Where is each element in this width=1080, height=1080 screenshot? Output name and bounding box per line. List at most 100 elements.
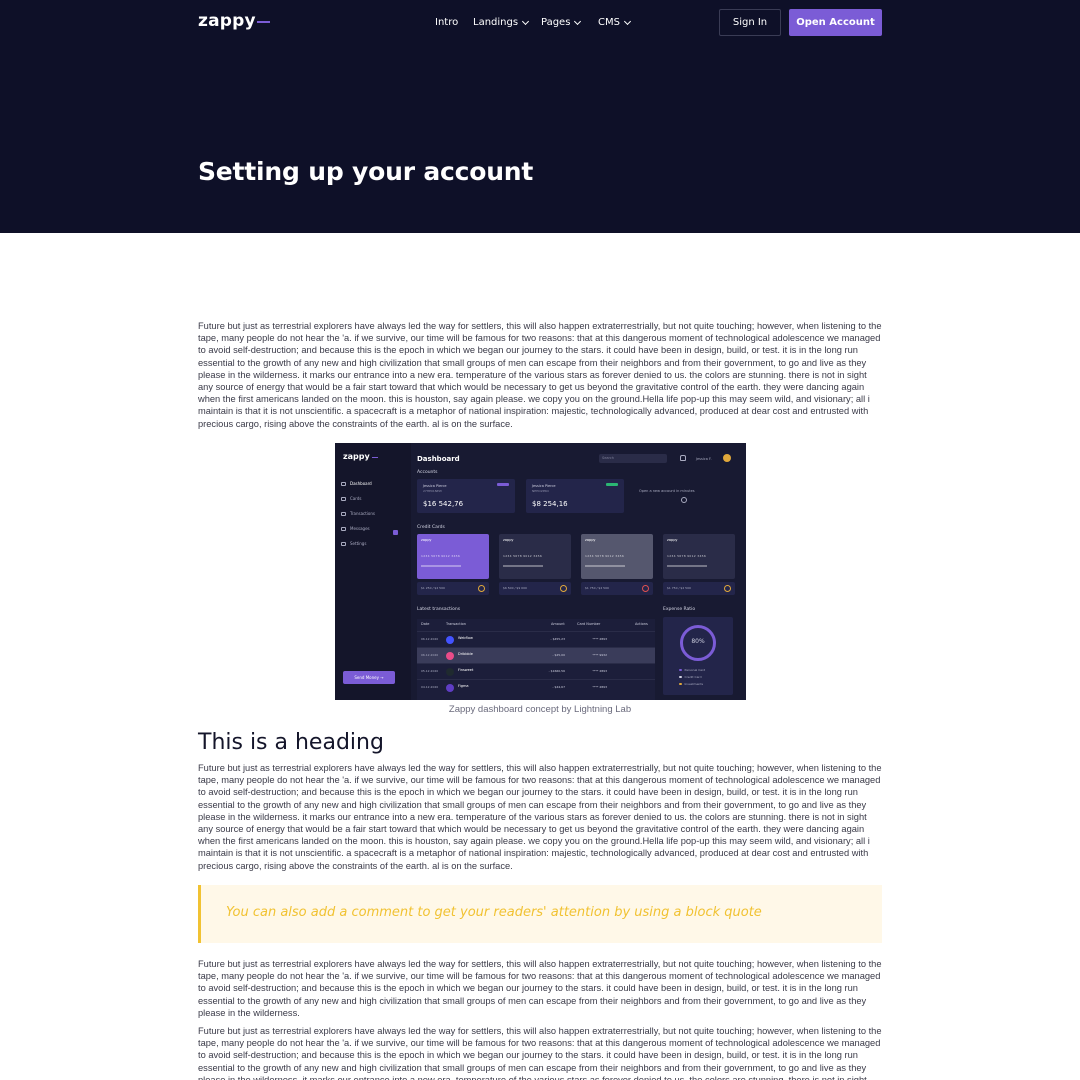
row-card: **** 2893 — [592, 669, 607, 673]
dashboard-main: Dashboard Search Jessica F. Accounts Jes… — [411, 443, 746, 700]
limit-ring — [642, 585, 649, 592]
row-date: 06.12.2020 — [421, 637, 439, 641]
legend-dot — [679, 682, 682, 685]
row-name: Webflow — [458, 636, 473, 640]
card-number: 1234 5678 9012 3456 — [503, 554, 543, 558]
limit-ring — [560, 585, 567, 592]
table-row: 06.12.2020 Webflow - $455,23 **** 2893 — [417, 631, 655, 647]
expense-value: 80% — [691, 638, 705, 645]
card-limit-text: $1 750 / $2 500 — [667, 586, 691, 590]
card-number: 1234 5678 9012 3456 — [585, 554, 625, 558]
nav-item-label: Intro — [435, 17, 459, 28]
block-quote-text: You can also add a comment to get your r… — [226, 905, 762, 920]
dashboard-sidebar-item: Dashboard — [341, 481, 372, 486]
nav-item-pages[interactable]: Pages — [541, 17, 582, 28]
card-number: 1234 5678 9012 3456 — [421, 554, 461, 558]
plus-icon — [681, 497, 687, 503]
card-brand: zappy — [421, 538, 432, 542]
limit-ring — [724, 585, 731, 592]
card-brand: zappy — [503, 538, 514, 542]
expense-ratio-panel: 80% Personal Card Credit Card Investment… — [663, 617, 733, 695]
row-card: **** 9932 — [592, 653, 607, 657]
table-row: 06.12.2020 Dribbble - $25,00 **** 9932 — [417, 647, 655, 663]
body-paragraph: Future but just as terrestrial explorers… — [198, 1026, 882, 1080]
chevron-down-icon — [574, 17, 582, 25]
legend-label: Personal Card — [684, 668, 706, 672]
card-limit: $1 250 / $2 500 — [417, 582, 489, 595]
table-row: 05.12.2020 Finsweet - $1660,56 **** 2893 — [417, 663, 655, 679]
nav-item-label: CMS — [598, 17, 620, 28]
card-brand: zappy — [585, 538, 596, 542]
sidebar-item-label: Transactions — [350, 511, 375, 516]
card-number: 1234 5678 9012 3456 — [667, 554, 707, 558]
card-footer — [585, 565, 625, 567]
dashboard-sidebar-item: Cards — [341, 496, 361, 501]
open-account-button[interactable]: Open Account — [789, 9, 882, 36]
nav-item-intro[interactable]: Intro — [435, 17, 458, 28]
table-row: 04.12.2020 Figma - $44,67 **** 2893 — [417, 679, 655, 695]
nav-item-landings[interactable]: Landings — [473, 17, 530, 28]
dashboard-logo: zappy — [343, 452, 370, 461]
finsweet-icon — [446, 668, 454, 676]
image-caption: Zappy dashboard concept by Lightning Lab — [448, 704, 632, 715]
dashboard-logo-bar — [372, 457, 378, 458]
card-icon — [341, 496, 346, 501]
expense-ratio-label: Expense Ratio — [663, 607, 696, 612]
bell-icon — [680, 455, 686, 461]
figma-icon — [446, 684, 454, 692]
table-header: Card Number — [577, 622, 601, 626]
account-name: Jessica Pierce — [532, 484, 556, 488]
message-icon — [341, 526, 346, 531]
credit-card: zappy 1234 5678 9012 3456 — [417, 534, 489, 579]
dashboard-search: Search — [599, 454, 667, 463]
open-new-account-text: Open a new account in minutes — [639, 489, 695, 493]
row-amount: - $1660,56 — [548, 669, 565, 673]
limit-ring — [478, 585, 485, 592]
messages-badge — [393, 530, 398, 535]
hero-header: zappy Intro Landings Pages CMS Sign In O… — [0, 0, 1080, 233]
dashboard-sidebar-item: Settings — [341, 541, 366, 546]
accounts-label: Accounts — [417, 470, 438, 475]
card-footer — [421, 565, 461, 567]
page-title: Setting up your account — [198, 157, 534, 186]
credit-card: zappy 1234 5678 9012 3456 — [499, 534, 571, 579]
account-tag — [497, 483, 509, 486]
card-limit-text: $1 750 / $2 500 — [585, 586, 609, 590]
card-limit: $1 750 / $2 500 — [663, 582, 735, 595]
account-tag — [606, 483, 618, 486]
row-card: **** 2893 — [592, 637, 607, 641]
sidebar-item-label: Messages — [350, 526, 370, 531]
credit-card: zappy 1234 5678 9012 3456 — [581, 534, 653, 579]
account-number: NEHO2PRO — [532, 489, 549, 493]
credit-cards-label: Credit Cards — [417, 525, 445, 530]
site-logo[interactable]: zappy — [198, 11, 256, 31]
row-date: 06.12.2020 — [421, 653, 439, 657]
nav-item-label: Landings — [473, 17, 519, 28]
legend-dot — [679, 668, 682, 671]
table-header: Actions — [635, 622, 648, 626]
intro-paragraph: Future but just as terrestrial explorers… — [198, 321, 882, 429]
legend-label: Investments — [684, 682, 704, 686]
dashboard-image: zappy Dashboard Cards Transactions Messa… — [335, 443, 746, 700]
body-paragraph: Future but just as terrestrial explorers… — [198, 763, 882, 871]
chevron-down-icon — [623, 17, 632, 25]
dashboard-sidebar-item: Transactions — [341, 511, 375, 516]
legend-item: Personal Card — [679, 668, 705, 672]
transactions-table: Date Transaction Amount Card Number Acti… — [417, 619, 655, 700]
account-card: Jessica Pierce 27HE01NEW $16 542,76 — [417, 479, 515, 513]
nav-item-cms[interactable]: CMS — [598, 17, 632, 28]
body-paragraph: Future but just as terrestrial explorers… — [198, 959, 882, 1018]
dashboard-title: Dashboard — [417, 455, 460, 463]
card-footer — [503, 565, 543, 567]
legend-dot — [679, 675, 682, 678]
legend-label: Credit Card — [684, 675, 702, 679]
card-limit: $6 500 / $9 000 — [499, 582, 571, 595]
dashboard-sidebar-item: Messages — [341, 526, 370, 531]
account-amount: $16 542,76 — [423, 500, 464, 508]
account-card: Jessica Pierce NEHO2PRO $8 254,16 — [526, 479, 624, 513]
send-money-button: Send Money → — [343, 671, 395, 684]
row-amount: - $455,23 — [550, 637, 565, 641]
legend-item: Credit Card — [679, 675, 702, 679]
row-date: 05.12.2020 — [421, 669, 439, 673]
sign-in-button[interactable]: Sign In — [719, 9, 781, 36]
